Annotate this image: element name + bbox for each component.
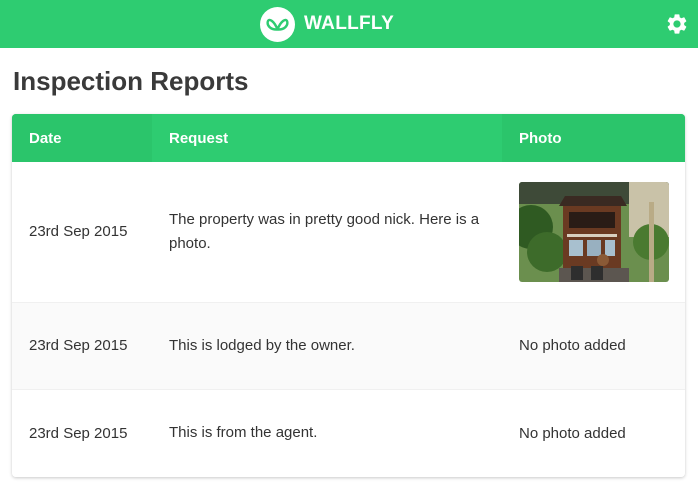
- cell-request: This is from the agent.: [152, 389, 502, 477]
- request-text: This is lodged by the owner.: [169, 336, 355, 354]
- gear-icon: [667, 14, 687, 34]
- top-bar: WALLFLY: [0, 0, 698, 48]
- cell-request: The property was in pretty good nick. He…: [152, 162, 502, 303]
- cell-photo-empty: No photo added: [502, 302, 685, 390]
- table-row[interactable]: 23rd Sep 2015 This is lodged by the owne…: [12, 302, 685, 390]
- column-header-photo[interactable]: Photo: [502, 114, 685, 162]
- table-row[interactable]: 23rd Sep 2015 This is from the agent. No…: [12, 389, 685, 477]
- settings-button[interactable]: [665, 12, 689, 36]
- cell-date: 23rd Sep 2015: [12, 302, 152, 390]
- photo-thumbnail[interactable]: [519, 181, 669, 282]
- cell-date: 23rd Sep 2015: [12, 162, 152, 303]
- cell-photo-empty: No photo added: [519, 424, 626, 442]
- cell-date: 23rd Sep 2015: [29, 424, 128, 442]
- table-header-row: Date Request Photo: [12, 114, 685, 162]
- brand-name: WALLFLY: [304, 13, 395, 34]
- table-row[interactable]: 23rd Sep 2015 The property was in pretty…: [12, 162, 685, 303]
- column-header-request[interactable]: Request: [152, 114, 502, 162]
- request-text: This is from the agent.: [169, 424, 318, 442]
- column-header-date[interactable]: Date: [12, 114, 152, 162]
- request-text: The property was in pretty good nick. He…: [169, 210, 480, 252]
- page-title: Inspection Reports: [13, 66, 249, 96]
- brand[interactable]: WALLFLY: [260, 6, 394, 42]
- wallfly-logo-icon: [260, 6, 295, 42]
- inspection-reports-card: Date Request Photo 23rd Sep 2015 The pro…: [12, 114, 685, 477]
- cell-request: This is lodged by the owner.: [152, 302, 502, 390]
- cell-photo[interactable]: [502, 162, 685, 303]
- inspection-reports-table: Date Request Photo 23rd Sep 2015 The pro…: [12, 114, 685, 477]
